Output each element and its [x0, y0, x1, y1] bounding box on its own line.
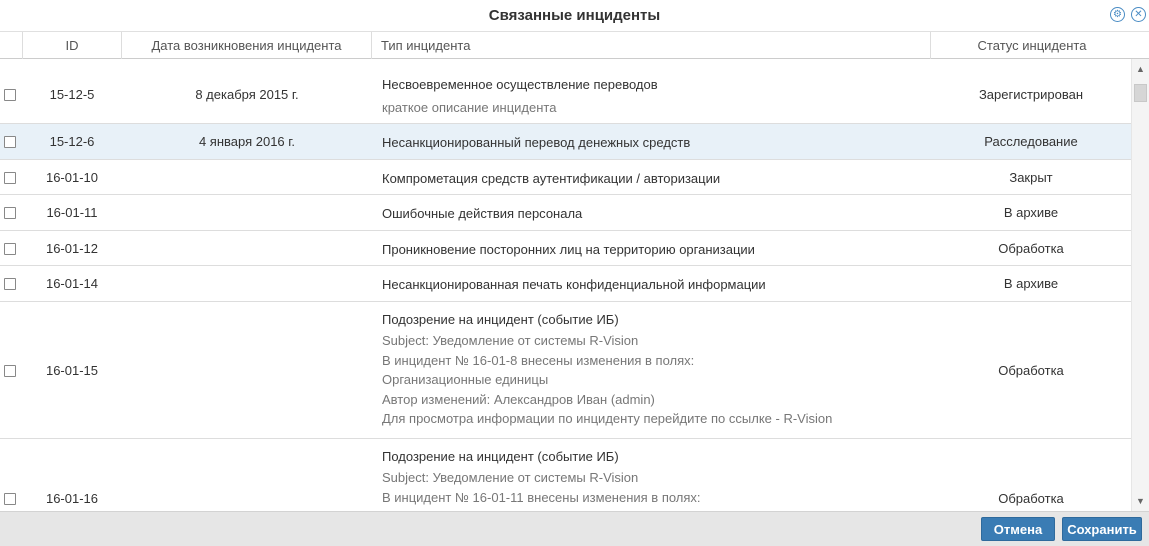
cancel-button[interactable]: Отмена — [981, 517, 1055, 541]
incident-description-line: краткое описание инцидента — [382, 100, 557, 115]
incident-description-line: Для просмотра информации по инциденту пе… — [382, 411, 833, 426]
incident-type-title: Несанкционированная печать конфиденциаль… — [382, 277, 766, 292]
cell-id: 16-01-11 — [46, 205, 98, 220]
dialog-title: Связанные инциденты — [488, 7, 661, 24]
cell-type: Несвоевременное осуществление переводов к… — [382, 75, 927, 118]
dialog-footer: Отмена Сохранить — [0, 511, 1149, 546]
row-checkbox[interactable] — [4, 364, 16, 377]
incident-description-line: Subject: Уведомление от системы R-Vision — [382, 470, 639, 485]
incident-type-title: Несанкционированный перевод денежных сре… — [382, 135, 691, 150]
cell-type: Проникновение посторонних лиц на террито… — [382, 240, 927, 259]
row-checkbox[interactable] — [4, 278, 16, 290]
incident-description-line: В инцидент № 16-01-11 внесены изменения … — [382, 489, 701, 505]
table-row[interactable]: 15-12-5 8 декабря 2015 г. Несвоевременное … — [0, 65, 1131, 124]
cell-type: Несанкционированный перевод денежных сре… — [382, 133, 927, 152]
table-body: 15-12-5 8 декабря 2015 г. Несвоевременное … — [0, 59, 1131, 511]
row-checkbox[interactable] — [4, 88, 16, 101]
cell-status: Обработка — [998, 362, 1064, 378]
cell-date: 8 декабря 2015 г. — [195, 86, 299, 102]
cell-type: Подозрение на инцидент (событие ИБ) Subje… — [382, 310, 927, 429]
incident-type-title: Компрометация средств аутентификации / а… — [382, 170, 721, 186]
cell-status: Закрыт — [1009, 169, 1053, 185]
table-row[interactable]: 15-12-6 4 января 2016 г. Несанкционированн… — [0, 124, 1131, 160]
cell-id: 16-01-14 — [45, 276, 99, 291]
row-checkbox[interactable] — [4, 493, 16, 505]
table-header: ID Дата возникновения инцидента Тип инци… — [0, 31, 1149, 59]
scrollbar-thumb[interactable] — [1134, 84, 1147, 102]
cell-id: 16-01-15 — [45, 362, 99, 378]
table-row[interactable]: 16-01-15 Подозрение на инцидент (событие … — [0, 302, 1131, 439]
cell-id: 16-01-16 — [45, 491, 99, 506]
close-icon[interactable]: ✕ — [1131, 7, 1146, 22]
cell-status: Расследование — [984, 134, 1078, 149]
cell-type: Подозрение на инцидент (событие ИБ) Subje… — [382, 447, 927, 507]
row-checkbox[interactable] — [4, 242, 16, 255]
incident-type-title: Подозрение на инцидент (событие ИБ) — [382, 312, 619, 327]
incident-description-line: Автор изменений: Александров Иван (admin… — [382, 391, 655, 407]
column-header-id[interactable]: ID — [22, 32, 122, 59]
table-row[interactable]: 16-01-11 Ошибочные действия персонала В ар… — [0, 195, 1131, 231]
incident-type-title: Подозрение на инцидент (событие ИБ) — [382, 449, 619, 464]
row-checkbox[interactable] — [4, 136, 16, 148]
column-header-date[interactable]: Дата возникновения инцидента — [122, 32, 372, 59]
table-row[interactable]: 16-01-12 Проникновение посторонних лиц на… — [0, 231, 1131, 266]
cell-type: Ошибочные действия персонала — [382, 204, 927, 223]
column-header-status[interactable]: Статус инцидента — [931, 32, 1133, 59]
incident-description-line: Организационные единицы — [382, 372, 549, 387]
table-row[interactable]: 16-01-16 Подозрение на инцидент (событие … — [0, 439, 1131, 511]
incident-type-title: Несвоевременное осуществление переводов — [382, 77, 658, 92]
row-checkbox[interactable] — [4, 207, 16, 219]
row-checkbox[interactable] — [4, 171, 16, 184]
cell-type: Несанкционированная печать конфиденциаль… — [382, 275, 927, 294]
cell-id: 16-01-10 — [45, 169, 99, 185]
cell-id: 16-01-12 — [45, 240, 99, 256]
table-row[interactable]: 16-01-14 Несанкционированная печать конфи… — [0, 266, 1131, 302]
table-row[interactable]: 16-01-10 Компрометация средств аутентифик… — [0, 160, 1131, 195]
cell-date: 4 января 2016 г. — [198, 134, 296, 149]
cell-status: В архиве — [1003, 276, 1059, 291]
save-button[interactable]: Сохранить — [1062, 517, 1142, 541]
cell-id: 15-12-5 — [49, 86, 95, 102]
cell-status: Обработка — [998, 240, 1064, 256]
cell-status: Обработка — [998, 491, 1064, 506]
column-header-type[interactable]: Тип инцидента — [372, 32, 931, 59]
incident-description-line: В инцидент № 16-01-8 внесены изменения в… — [382, 352, 695, 368]
vertical-scrollbar[interactable]: ▲ ▼ — [1131, 59, 1149, 511]
cell-status: В архиве — [1003, 205, 1059, 220]
dialog-header-icons: ⚙ ✕ — [1110, 7, 1146, 22]
incident-description-line: Subject: Уведомление от системы R-Vision — [382, 333, 639, 348]
related-incidents-dialog: Связанные инциденты ⚙ ✕ ID Дата возникно… — [0, 0, 1149, 546]
cell-status: Зарегистрирован — [978, 86, 1084, 102]
incident-type-title: Проникновение посторонних лиц на террито… — [382, 241, 755, 257]
scroll-up-arrow-icon[interactable]: ▲ — [1132, 61, 1149, 77]
settings-icon[interactable]: ⚙ — [1110, 7, 1125, 22]
cell-id: 15-12-6 — [49, 134, 95, 149]
scroll-down-arrow-icon[interactable]: ▼ — [1132, 493, 1149, 509]
incident-type-title: Ошибочные действия персонала — [382, 206, 583, 221]
cell-type: Компрометация средств аутентификации / а… — [382, 169, 927, 188]
